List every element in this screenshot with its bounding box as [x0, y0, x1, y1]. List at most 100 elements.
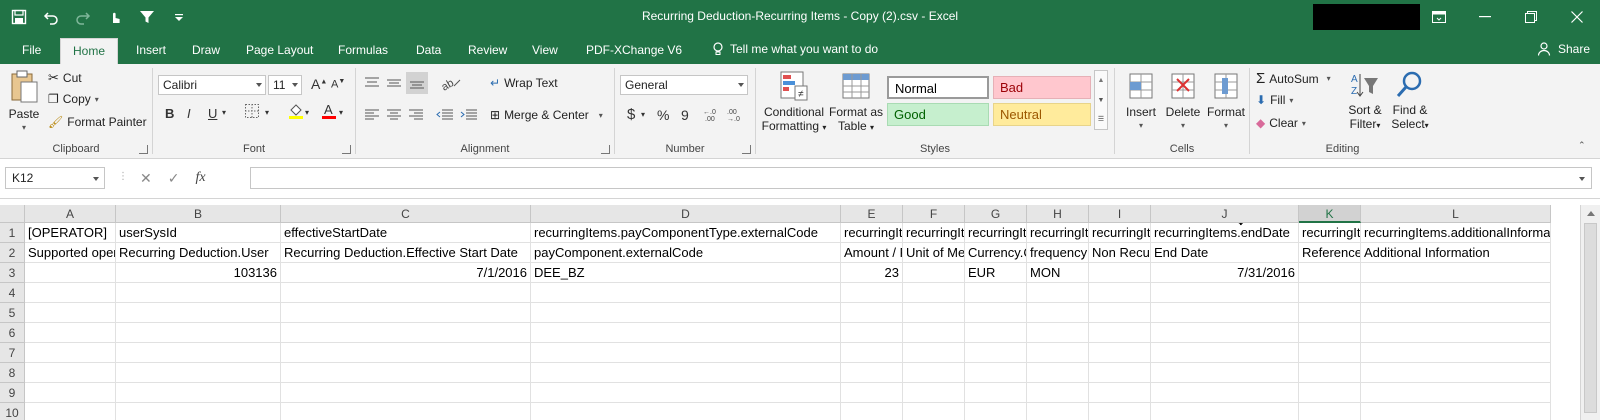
- cell-d4[interactable]: [531, 283, 841, 303]
- row-header-7[interactable]: 7: [0, 343, 25, 363]
- cell-k5[interactable]: [1299, 303, 1361, 323]
- orientation-icon[interactable]: ab: [440, 74, 462, 92]
- font-color-dropdown-icon[interactable]: ▾: [339, 108, 343, 117]
- cell-e10[interactable]: [841, 403, 903, 420]
- cell-g10[interactable]: [965, 403, 1027, 420]
- tab-review[interactable]: Review: [466, 38, 509, 64]
- column-header-h[interactable]: H: [1027, 205, 1089, 223]
- cell-a5[interactable]: [25, 303, 116, 323]
- row-header-6[interactable]: 6: [0, 323, 25, 343]
- cell-b8[interactable]: [116, 363, 281, 383]
- cell-b1[interactable]: userSysId: [116, 223, 281, 243]
- font-color-icon[interactable]: A: [321, 102, 337, 123]
- format-cells-button[interactable]: Format ▾: [1205, 70, 1247, 133]
- cell-h7[interactable]: [1027, 343, 1089, 363]
- cell-c10[interactable]: [281, 403, 531, 420]
- row-header-5[interactable]: 5: [0, 303, 25, 323]
- cell-k6[interactable]: [1299, 323, 1361, 343]
- style-normal[interactable]: Normal: [887, 76, 989, 99]
- cell-k8[interactable]: [1299, 363, 1361, 383]
- styles-gallery-scroll[interactable]: ▲ ▼ ☰: [1094, 70, 1108, 130]
- tab-home[interactable]: Home: [60, 38, 119, 64]
- cell-d3[interactable]: DEE_BZ: [531, 263, 841, 283]
- cell-j4[interactable]: [1151, 283, 1299, 303]
- tell-me-box[interactable]: Tell me what you want to do: [712, 34, 878, 64]
- cell-i10[interactable]: [1089, 403, 1151, 420]
- cell-l1[interactable]: recurringItems.additionalInformation: [1361, 223, 1551, 243]
- cell-f2[interactable]: Unit of Measure: [903, 243, 965, 263]
- cell-d8[interactable]: [531, 363, 841, 383]
- cell-f7[interactable]: [903, 343, 965, 363]
- touch-mode-icon[interactable]: [106, 8, 124, 26]
- row-header-4[interactable]: 4: [0, 283, 25, 303]
- delete-cells-button[interactable]: Delete ▾: [1163, 70, 1203, 133]
- formula-bar-grip-icon[interactable]: ⋮: [118, 171, 128, 182]
- cell-c2[interactable]: Recurring Deduction.Effective Start Date: [281, 243, 531, 263]
- share-button[interactable]: Share: [1537, 34, 1590, 64]
- cell-k3[interactable]: [1299, 263, 1361, 283]
- insert-function-button[interactable]: fx: [195, 170, 205, 186]
- cell-h3[interactable]: MON: [1027, 263, 1089, 283]
- cell-e2[interactable]: Amount / Percentage: [841, 243, 903, 263]
- column-header-i[interactable]: I: [1089, 205, 1151, 223]
- cell-d6[interactable]: [531, 323, 841, 343]
- tab-page-layout[interactable]: Page Layout: [244, 38, 315, 64]
- clipboard-launcher-icon[interactable]: [139, 145, 148, 154]
- underline-button[interactable]: U: [208, 106, 217, 121]
- style-bad[interactable]: Bad: [993, 76, 1091, 99]
- align-left-icon[interactable]: [364, 108, 380, 122]
- shrink-font-button[interactable]: A▼: [331, 78, 345, 91]
- cell-f1[interactable]: recurringItems.unitOfMeasure: [903, 223, 965, 243]
- cell-l5[interactable]: [1361, 303, 1551, 323]
- clear-button[interactable]: ◆ Clear ▾: [1256, 116, 1306, 130]
- find-select-button[interactable]: Find & Select▾: [1388, 70, 1432, 133]
- cell-a3[interactable]: [25, 263, 116, 283]
- cell-k9[interactable]: [1299, 383, 1361, 403]
- cell-i9[interactable]: [1089, 383, 1151, 403]
- row-header-9[interactable]: 9: [0, 383, 25, 403]
- percent-button[interactable]: %: [657, 107, 669, 123]
- cell-g1[interactable]: recurringItems.currencyCode: [965, 223, 1027, 243]
- cut-button[interactable]: ✂ Cut: [48, 70, 82, 86]
- font-name-combo[interactable]: Calibri: [158, 75, 266, 95]
- filter-icon[interactable]: [138, 8, 156, 26]
- select-all-corner[interactable]: [0, 205, 25, 223]
- cell-i1[interactable]: recurringItems.nonRecurring: [1089, 223, 1151, 243]
- column-header-f[interactable]: F: [903, 205, 965, 223]
- cell-h4[interactable]: [1027, 283, 1089, 303]
- tab-pdf-xchange[interactable]: PDF-XChange V6: [584, 38, 684, 64]
- cell-i6[interactable]: [1089, 323, 1151, 343]
- cell-j8[interactable]: [1151, 363, 1299, 383]
- undo-icon[interactable]: [42, 8, 60, 26]
- cell-g8[interactable]: [965, 363, 1027, 383]
- cell-i8[interactable]: [1089, 363, 1151, 383]
- cell-h2[interactable]: frequency: [1027, 243, 1089, 263]
- cell-e9[interactable]: [841, 383, 903, 403]
- cell-k4[interactable]: [1299, 283, 1361, 303]
- fill-button[interactable]: ⬇ Fill ▾: [1256, 93, 1293, 107]
- column-header-l[interactable]: L: [1361, 205, 1551, 223]
- ribbon-display-options-icon[interactable]: [1416, 0, 1462, 34]
- tab-file[interactable]: File: [20, 38, 43, 64]
- sort-filter-button[interactable]: AZ Sort & Filter▾: [1344, 70, 1386, 133]
- cell-e7[interactable]: [841, 343, 903, 363]
- cell-c3[interactable]: 7/1/2016: [281, 263, 531, 283]
- cell-f3[interactable]: [903, 263, 965, 283]
- cell-l9[interactable]: [1361, 383, 1551, 403]
- wrap-text-button[interactable]: ↵ Wrap Text: [490, 76, 558, 90]
- tab-insert[interactable]: Insert: [134, 38, 168, 64]
- cell-a4[interactable]: [25, 283, 116, 303]
- column-header-b[interactable]: B: [116, 205, 281, 223]
- cell-l2[interactable]: Additional Information: [1361, 243, 1551, 263]
- tab-formulas[interactable]: Formulas: [336, 38, 390, 64]
- currency-button[interactable]: $: [627, 106, 635, 123]
- column-header-a[interactable]: A: [25, 205, 116, 223]
- cell-d5[interactable]: [531, 303, 841, 323]
- cell-j5[interactable]: [1151, 303, 1299, 323]
- font-launcher-icon[interactable]: [342, 145, 351, 154]
- cell-b5[interactable]: [116, 303, 281, 323]
- cell-h1[interactable]: recurringItems.frequency: [1027, 223, 1089, 243]
- row-header-2[interactable]: 2: [0, 243, 25, 263]
- cell-i4[interactable]: [1089, 283, 1151, 303]
- cell-f8[interactable]: [903, 363, 965, 383]
